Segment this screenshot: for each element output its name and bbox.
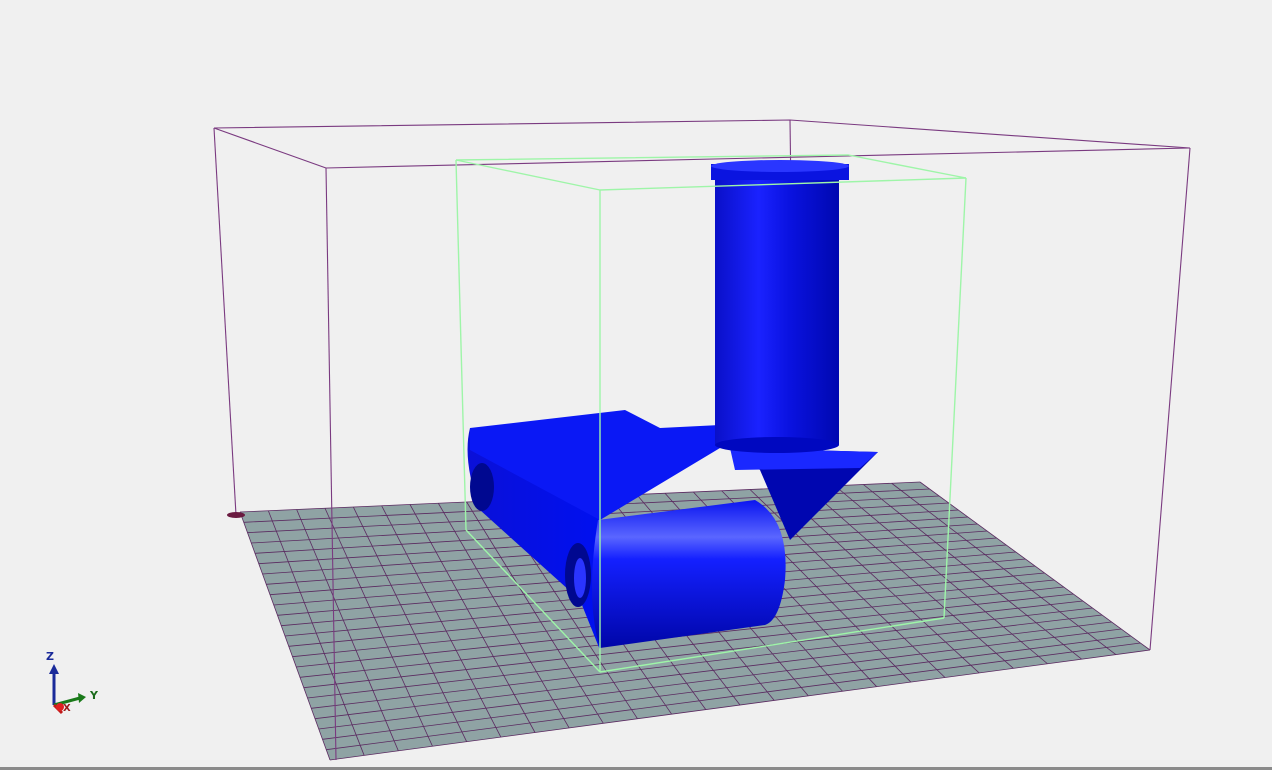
- model-pillar-base: [715, 437, 839, 453]
- model-hole-back: [470, 463, 494, 511]
- origin-marker: [227, 512, 245, 518]
- axis-x-label: X: [63, 703, 71, 714]
- model-base-roll: [591, 500, 786, 648]
- axis-z-label: Z: [46, 650, 54, 663]
- model-pillar-cap-top: [711, 160, 849, 172]
- model-pillar: [715, 175, 839, 445]
- model-hole-inner: [574, 558, 586, 598]
- scene-canvas[interactable]: [0, 0, 1272, 770]
- axis-y-label: Y: [90, 689, 98, 702]
- 3d-viewport[interactable]: Z Y X: [0, 0, 1272, 770]
